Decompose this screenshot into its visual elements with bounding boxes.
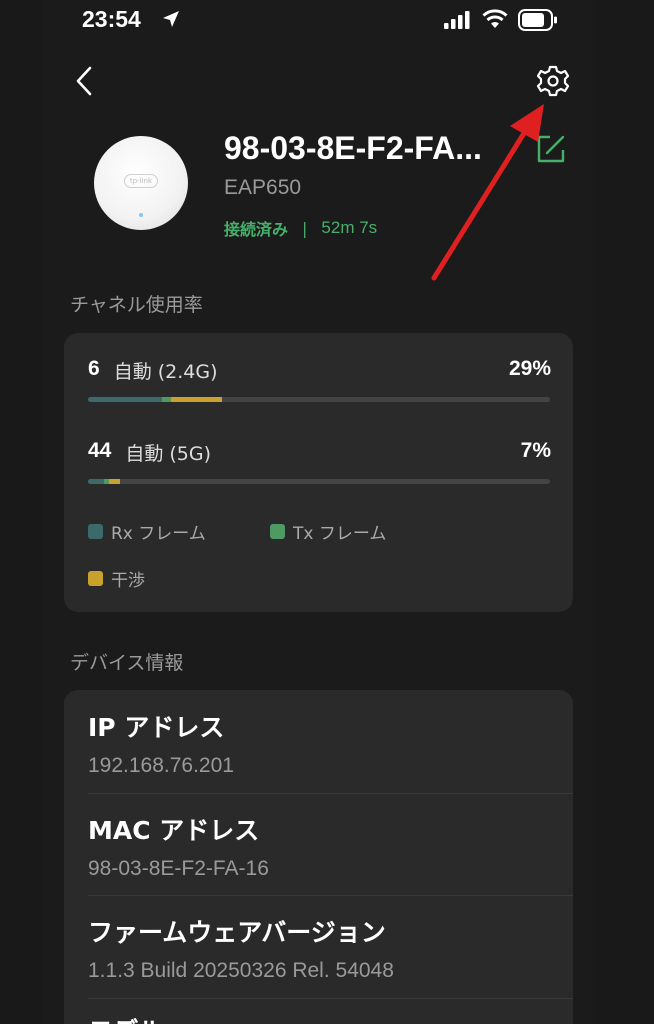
channel-row: 6 自動 (2.4G) 29% <box>88 357 551 384</box>
status-separator: | <box>302 218 308 238</box>
channel-usage-title: チャネル使用率 <box>70 294 203 316</box>
channel-number: 44 <box>88 439 112 462</box>
channel-row: 44 自動 (5G) 7% <box>88 439 551 466</box>
info-label: モデル <box>88 1012 573 1024</box>
device-model: EAP650 <box>224 176 302 199</box>
legend-rx: Rx フレーム <box>88 519 206 544</box>
info-value: 1.1.3 Build 20250326 Rel. 54048 <box>88 959 394 982</box>
channel-usage-bar <box>88 479 550 484</box>
channel-percent: 29% <box>508 357 551 380</box>
device-info-card: IP アドレス 192.168.76.201 MAC アドレス 98-03-8E… <box>64 690 573 1024</box>
usage-segment-interference <box>171 397 222 402</box>
info-value: 98-03-8E-F2-FA-16 <box>88 857 269 880</box>
right-margin <box>596 0 654 1024</box>
location-arrow-icon <box>163 11 179 27</box>
divider <box>88 895 573 896</box>
channel-percent: 7% <box>520 439 551 462</box>
device-status-row: 接続済み | 52m 7s <box>224 216 377 240</box>
status-bar: 23:54 <box>42 0 596 44</box>
legend-label: 干渉 <box>111 571 145 591</box>
phone-frame: 23:54 tp-link 98-03-8E-F2-FA... EAP650 接… <box>0 0 654 1024</box>
usage-segment-rx <box>88 479 105 484</box>
app-screen: 23:54 tp-link 98-03-8E-F2-FA... EAP650 接… <box>42 0 596 1024</box>
device-led <box>139 213 143 217</box>
legend-swatch <box>88 524 103 539</box>
legend-label: Tx フレーム <box>293 524 387 544</box>
wifi-icon <box>482 9 508 28</box>
usage-segment-rx <box>88 397 162 402</box>
usage-segment-interference <box>108 479 121 484</box>
divider <box>88 998 573 999</box>
cellular-signal-icon <box>444 11 470 29</box>
legend-swatch <box>88 571 103 586</box>
channel-usage-card: 6 自動 (2.4G) 29% 44 自動 (5G) 7% Rx フレーム Tx… <box>64 333 573 612</box>
gear-icon[interactable] <box>536 64 570 98</box>
info-ip-address: IP アドレス 192.168.76.201 <box>88 708 573 778</box>
device-logo: tp-link <box>124 174 158 188</box>
usage-segment-tx <box>161 397 172 402</box>
legend-interference: 干渉 <box>88 566 145 591</box>
uptime: 52m 7s <box>321 218 378 237</box>
annotation-arrow <box>431 104 544 281</box>
channel-number: 6 <box>88 357 100 380</box>
info-model: モデル <box>88 1012 573 1024</box>
info-value: 192.168.76.201 <box>88 754 234 777</box>
battery-icon <box>518 9 557 31</box>
info-label: ファームウェアバージョン <box>88 918 386 947</box>
divider <box>88 793 573 794</box>
channel-usage-bar <box>88 397 550 402</box>
info-label: IP アドレス <box>88 713 225 742</box>
info-mac-address: MAC アドレス 98-03-8E-F2-FA-16 <box>88 811 573 881</box>
device-image: tp-link <box>94 136 188 230</box>
device-info-title: デバイス情報 <box>70 652 184 674</box>
info-firmware-version: ファームウェアバージョン 1.1.3 Build 20250326 Rel. 5… <box>88 913 573 983</box>
status-time: 23:54 <box>82 6 141 32</box>
left-margin <box>0 0 42 1024</box>
back-chevron-icon[interactable] <box>70 64 100 98</box>
legend-label: Rx フレーム <box>111 524 206 544</box>
channel-band: 自動 (5G) <box>125 443 212 465</box>
channel-band: 自動 (2.4G) <box>113 361 218 383</box>
legend-tx: Tx フレーム <box>270 519 386 544</box>
legend-swatch <box>270 524 285 539</box>
connection-status: 接続済み <box>224 220 289 239</box>
info-label: MAC アドレス <box>88 816 260 845</box>
